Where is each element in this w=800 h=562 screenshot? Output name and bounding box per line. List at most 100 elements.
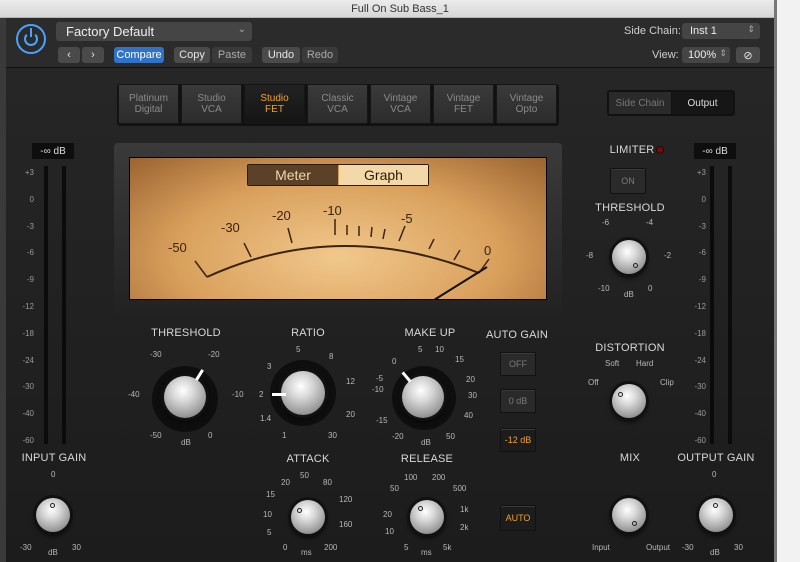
model-classic-vca[interactable]: Classic VCA bbox=[307, 84, 368, 124]
tick: 20 bbox=[346, 410, 355, 419]
auto-gain-0db-button[interactable]: 0 dB bbox=[500, 389, 536, 413]
tick: 50 bbox=[446, 432, 455, 441]
tick: 0 bbox=[648, 284, 653, 293]
makeup-label: MAKE UP bbox=[404, 327, 456, 339]
meter-scale-label: -12 bbox=[694, 302, 706, 311]
limiter-on-button[interactable]: ON bbox=[610, 168, 646, 194]
model-studio-fet[interactable]: Studio FET bbox=[244, 84, 305, 124]
tick: 40 bbox=[464, 411, 473, 420]
next-preset-button[interactable]: › bbox=[82, 47, 104, 63]
unit-label: ms bbox=[421, 548, 432, 557]
vu-meter-scale bbox=[194, 219, 490, 300]
meter-scale-label: -18 bbox=[694, 328, 706, 338]
unit-label: dB bbox=[421, 438, 431, 447]
view-label: View: bbox=[652, 49, 679, 61]
updown-icon: ⇕ bbox=[747, 24, 755, 34]
redo-button[interactable]: Redo bbox=[302, 47, 338, 63]
side-chain-dropdown[interactable]: Inst 1 ⇕ bbox=[682, 23, 760, 39]
tick: 5 bbox=[296, 345, 301, 354]
threshold-knob[interactable] bbox=[164, 376, 206, 418]
tick: -15 bbox=[376, 416, 388, 425]
preset-name: Factory Default bbox=[66, 24, 155, 39]
link-icon: ⊘ bbox=[743, 49, 753, 62]
tick: 15 bbox=[266, 490, 275, 499]
output-gain-label: OUTPUT GAIN bbox=[677, 452, 755, 464]
vu-needle bbox=[433, 266, 488, 300]
output-gain-knob[interactable] bbox=[699, 498, 733, 532]
tick: -40 bbox=[128, 390, 140, 399]
power-button[interactable] bbox=[16, 24, 46, 54]
updown-icon: ⇕ bbox=[719, 48, 727, 58]
tick: 10 bbox=[263, 510, 272, 519]
meter-scale-label: -24 bbox=[694, 355, 706, 365]
paste-button[interactable]: Paste bbox=[212, 47, 252, 63]
tick: 50 bbox=[390, 484, 399, 493]
preset-dropdown[interactable]: Factory Default ⌄ bbox=[56, 22, 252, 41]
mix-label: MIX bbox=[619, 452, 641, 464]
release-label: RELEASE bbox=[400, 453, 454, 465]
limiter-threshold-knob[interactable] bbox=[612, 240, 646, 274]
tick: 50 bbox=[300, 471, 309, 480]
tick: 20 bbox=[281, 478, 290, 487]
output-meter-readout: -∞ dB bbox=[694, 143, 736, 159]
tick: 30 bbox=[72, 543, 81, 552]
tick: 30 bbox=[734, 543, 743, 552]
auto-gain-minus12-button[interactable]: -12 dB bbox=[500, 428, 536, 452]
auto-gain-off-button[interactable]: OFF bbox=[500, 352, 536, 376]
tick: 100 bbox=[404, 473, 418, 482]
tick: -5 bbox=[376, 374, 384, 383]
tick: 0 bbox=[712, 470, 717, 479]
tab-side-chain[interactable]: Side Chain bbox=[609, 92, 671, 114]
distortion-knob[interactable] bbox=[612, 384, 646, 418]
meter-scale-label: -6 bbox=[26, 248, 34, 258]
release-knob[interactable] bbox=[410, 500, 444, 534]
tick: -10 bbox=[598, 284, 610, 293]
distortion-off-label: Off bbox=[588, 378, 599, 387]
model-vintage-opto[interactable]: Vintage Opto bbox=[496, 84, 557, 124]
meter-scale-label: -30 bbox=[22, 382, 34, 392]
model-vintage-fet[interactable]: Vintage FET bbox=[433, 84, 494, 124]
ratio-knob[interactable] bbox=[281, 371, 325, 415]
tick: 0 bbox=[392, 357, 397, 366]
link-button[interactable]: ⊘ bbox=[736, 47, 760, 63]
tick: -2 bbox=[664, 251, 672, 260]
tick: 1 bbox=[282, 431, 287, 440]
view-dropdown[interactable]: 100% ⇕ bbox=[682, 47, 730, 63]
model-platinum-digital[interactable]: Platinum Digital bbox=[118, 84, 179, 124]
tick: 30 bbox=[468, 391, 477, 400]
meter-scale-label: -12 bbox=[22, 302, 34, 311]
tick: -20 bbox=[392, 432, 404, 441]
tab-output[interactable]: Output bbox=[672, 92, 733, 114]
compare-button[interactable]: Compare bbox=[114, 47, 164, 63]
tick: 0 bbox=[208, 431, 213, 440]
limiter-threshold-label: THRESHOLD bbox=[595, 202, 665, 214]
tick: 20 bbox=[466, 375, 475, 384]
undo-button[interactable]: Undo bbox=[262, 47, 300, 63]
tick: 160 bbox=[339, 520, 353, 529]
meter-scale-label: -18 bbox=[22, 328, 34, 338]
tick: 500 bbox=[453, 484, 467, 493]
input-meter-bar-left bbox=[44, 166, 48, 444]
view-value: 100% bbox=[688, 49, 717, 61]
meter-scale-label: -6 bbox=[698, 248, 706, 258]
vu-scale-label: -5 bbox=[401, 211, 413, 226]
tick: 10 bbox=[435, 345, 444, 354]
vu-scale-label: -50 bbox=[168, 240, 187, 255]
mix-knob[interactable] bbox=[612, 498, 646, 532]
model-vintage-vca[interactable]: Vintage VCA bbox=[370, 84, 431, 124]
tick: -6 bbox=[602, 218, 610, 227]
meter-scale-label: -9 bbox=[698, 275, 706, 285]
copy-button[interactable]: Copy bbox=[174, 47, 210, 63]
meter-scale-label: -40 bbox=[22, 409, 34, 419]
power-icon bbox=[24, 28, 38, 46]
attack-label: ATTACK bbox=[286, 453, 330, 465]
meter-scale-label: -3 bbox=[698, 221, 706, 231]
release-auto-button[interactable]: AUTO bbox=[500, 505, 536, 531]
prev-preset-button[interactable]: ‹ bbox=[58, 47, 80, 63]
tick: -30 bbox=[682, 543, 694, 552]
attack-knob[interactable] bbox=[291, 500, 325, 534]
tick: 5 bbox=[418, 345, 423, 354]
input-gain-knob[interactable] bbox=[36, 498, 70, 532]
distortion-clip-label: Clip bbox=[660, 378, 674, 387]
model-studio-vca[interactable]: Studio VCA bbox=[181, 84, 242, 124]
